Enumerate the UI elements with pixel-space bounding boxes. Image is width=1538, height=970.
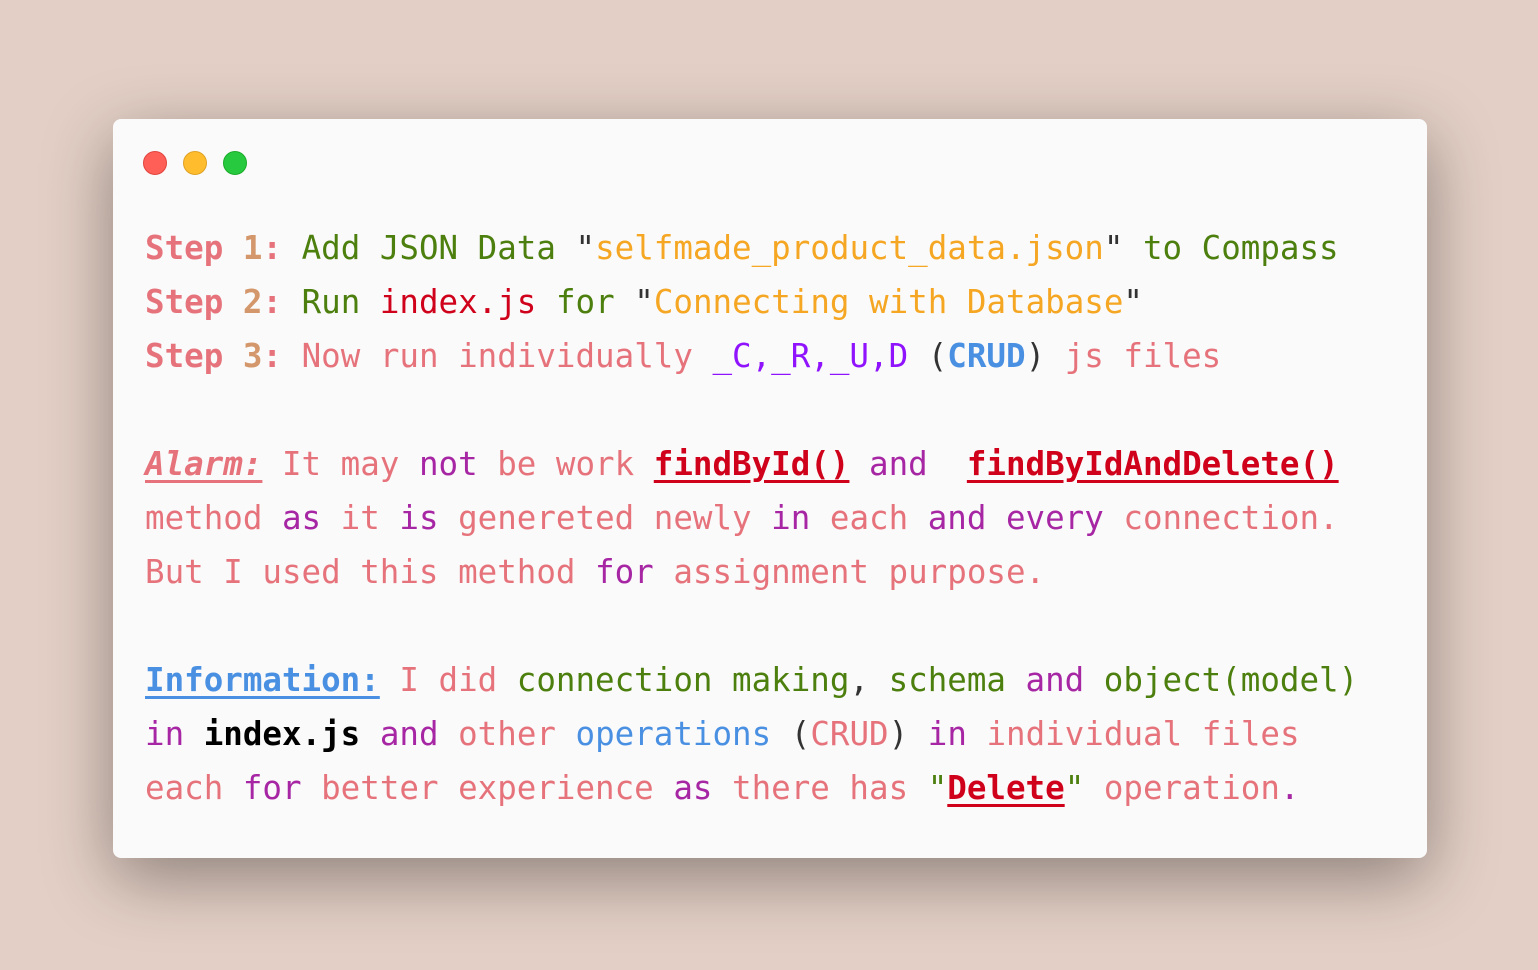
code-token: genereted newly: [438, 499, 772, 537]
code-token: other: [438, 715, 576, 753]
code-token: ,: [849, 661, 889, 699]
code-token: for: [595, 553, 654, 591]
code-token: individual files: [966, 715, 1300, 753]
code-line: Step 2: Run index.js for "Connecting wit…: [145, 275, 1358, 329]
code-token: Now run individually: [301, 337, 713, 375]
code-token: Information:: [145, 661, 380, 699]
code-token: as: [281, 499, 322, 537]
code-token: ): [888, 715, 909, 753]
code-token: js files: [1045, 337, 1222, 375]
code-token: is: [399, 499, 439, 537]
code-token: But I used this method: [145, 553, 596, 591]
code-line: in index.js and other operations (CRUD) …: [145, 707, 1358, 761]
code-token: each: [810, 499, 928, 537]
code-window: Step 1: Add JSON Data "selfmade_product_…: [113, 119, 1427, 858]
code-token: in: [145, 715, 185, 753]
code-line: Information: I did connection making, sc…: [145, 653, 1358, 707]
code-token: It may: [262, 445, 419, 483]
code-token: CRUD: [947, 337, 1026, 375]
code-token: Step: [145, 229, 243, 267]
code-token: in: [771, 499, 811, 537]
code-token: and: [869, 445, 928, 483]
code-token: Alarm:: [145, 445, 263, 483]
code-line: Step 3: Now run individually _C,_R,_U,D …: [145, 329, 1358, 383]
code-token: Add JSON Data: [301, 229, 576, 267]
maximize-window-button[interactable]: [223, 151, 247, 175]
code-token: :: [262, 283, 302, 321]
code-token: I did: [379, 661, 517, 699]
code-token: Delete: [947, 769, 1065, 807]
code-token: there has: [712, 769, 928, 807]
code-token: method: [145, 499, 282, 537]
code-token: ": [575, 229, 596, 267]
code-token: as: [673, 769, 713, 807]
code-token: and: [1025, 661, 1085, 699]
code-token: index.js: [203, 715, 361, 753]
code-token: each: [145, 769, 243, 807]
code-token: and every: [927, 499, 1104, 537]
code-token: :: [262, 337, 302, 375]
code-token: ": [1064, 769, 1085, 807]
code-token: (: [908, 337, 948, 375]
code-token: Step: [145, 283, 243, 321]
code-line: Alarm: It may not be work findById() and…: [145, 437, 1358, 491]
code-token: selfmade_product_data.json: [595, 229, 1104, 267]
minimize-window-button[interactable]: [183, 151, 207, 175]
code-line: method as it is genereted newly in each …: [145, 491, 1358, 545]
code-token: Run: [301, 283, 380, 321]
code-content: Step 1: Add JSON Data "selfmade_product_…: [145, 221, 1358, 815]
code-line: Step 1: Add JSON Data "selfmade_product_…: [145, 221, 1358, 275]
code-token: connection.: [1103, 499, 1339, 537]
code-token: operations: [575, 715, 772, 753]
code-token: 3: [242, 337, 263, 375]
code-token: ": [1123, 283, 1143, 321]
code-token: findByIdAndDelete(): [966, 445, 1339, 483]
code-token: _C,_R,_U,D: [712, 337, 909, 375]
code-token: Connecting with Database: [653, 283, 1124, 321]
code-token: not: [418, 445, 478, 483]
code-token: and: [379, 715, 439, 753]
code-token: index.js: [379, 283, 537, 321]
code-token: ): [1025, 337, 1046, 375]
code-token: schema: [888, 661, 1026, 699]
code-token: for: [536, 283, 635, 321]
code-token: object(model): [1084, 661, 1359, 699]
code-token: ": [634, 283, 654, 321]
code-token: :: [262, 229, 302, 267]
code-token: to Compass: [1142, 229, 1339, 267]
code-token: .: [1279, 769, 1300, 807]
code-token: CRUD: [810, 715, 889, 753]
code-token: findById(): [653, 445, 850, 483]
code-line: But I used this method for assignment pu…: [145, 545, 1358, 599]
code-token: for: [242, 769, 302, 807]
code-token: Step: [145, 337, 243, 375]
code-token: (: [771, 715, 811, 753]
code-token: 2: [242, 283, 263, 321]
code-token: in: [927, 715, 967, 753]
code-token: operation: [1084, 769, 1280, 807]
code-token: better experience: [301, 769, 674, 807]
code-token: ": [927, 769, 948, 807]
close-window-button[interactable]: [143, 151, 167, 175]
code-token: be work: [477, 445, 654, 483]
code-token: assignment purpose.: [653, 553, 1046, 591]
code-token: ": [1103, 229, 1143, 267]
code-token: it: [321, 499, 400, 537]
code-token: 1: [242, 229, 263, 267]
code-token: connection making: [516, 661, 850, 699]
code-line: each for better experience as there has …: [145, 761, 1358, 815]
